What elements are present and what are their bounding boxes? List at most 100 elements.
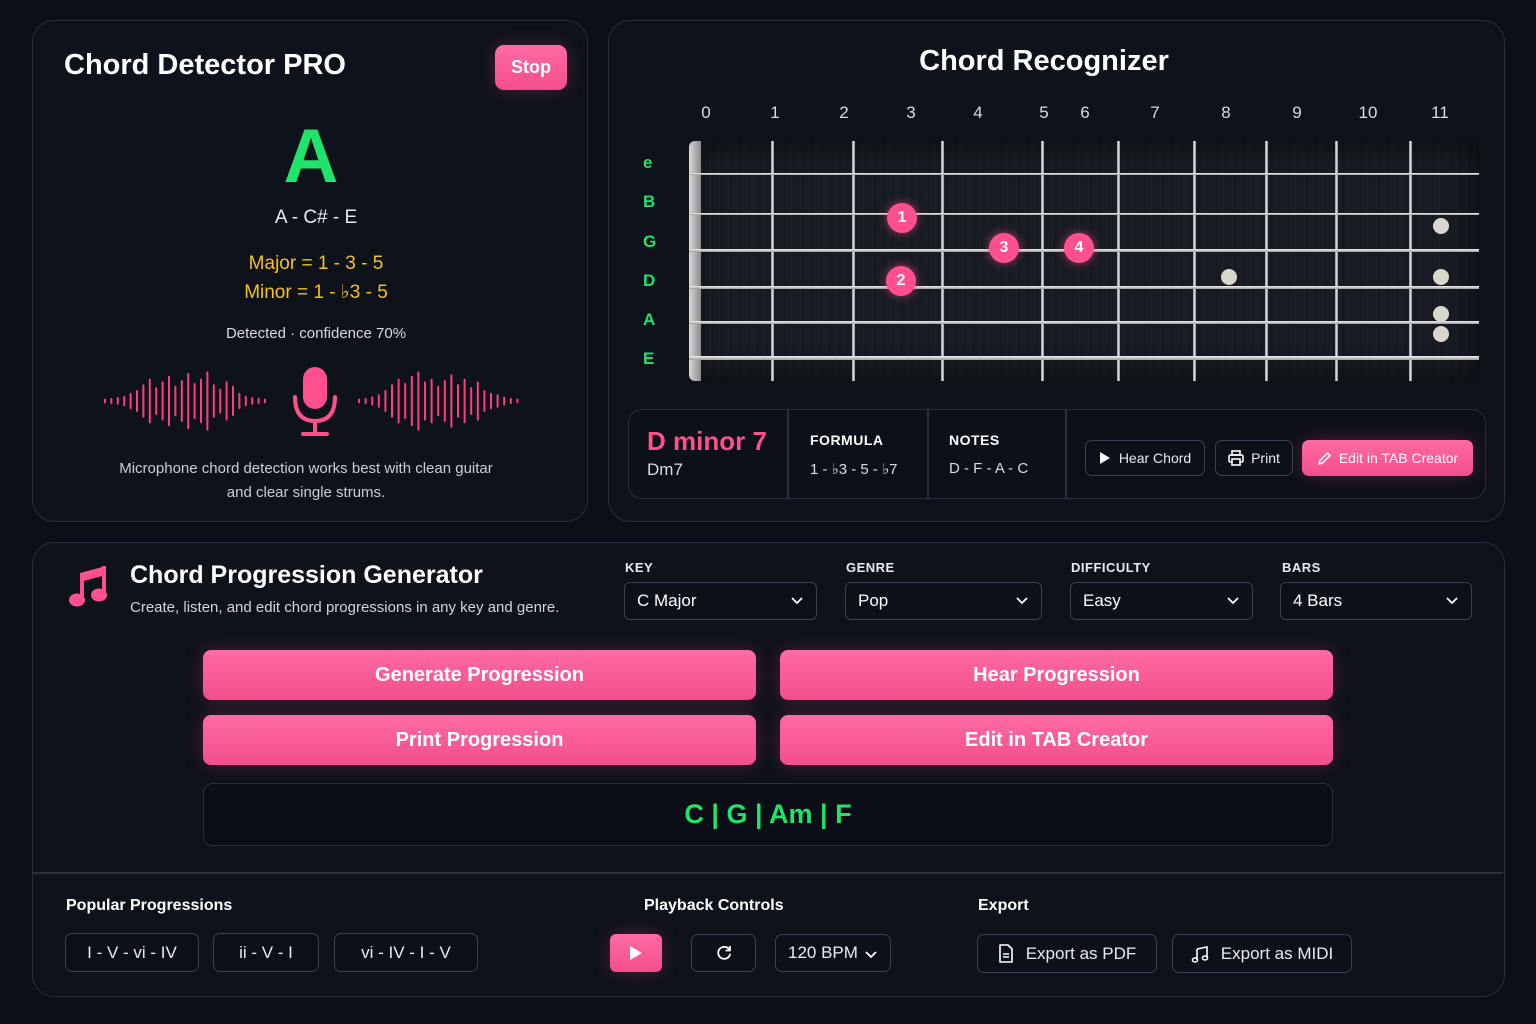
card-divider bbox=[1065, 410, 1067, 498]
guitar-string-D bbox=[689, 286, 1479, 289]
fret-number: 6 bbox=[1080, 103, 1090, 122]
chevron-down-icon bbox=[1227, 597, 1239, 605]
popular-progressions-label: Popular Progressions bbox=[66, 897, 233, 914]
generator-subtitle: Create, listen, and edit chord progressi… bbox=[130, 599, 560, 616]
fret-wire bbox=[1265, 141, 1268, 381]
fret-inlay-dot bbox=[1433, 218, 1449, 234]
fret-number: 4 bbox=[973, 103, 983, 122]
export-midi-button[interactable]: Export as MIDI bbox=[1172, 934, 1352, 973]
key-label: KEY bbox=[625, 560, 654, 575]
finger-marker-4[interactable]: 4 bbox=[1064, 233, 1094, 263]
card-divider bbox=[787, 410, 789, 498]
recognizer-title: Chord Recognizer bbox=[919, 45, 1169, 77]
fret-wire bbox=[1193, 141, 1196, 381]
chord-recognizer-panel: Chord Recognizer 0 1 2 3 4 5 6 7 8 9 10 … bbox=[608, 20, 1505, 522]
finger-marker-3[interactable]: 3 bbox=[989, 233, 1019, 263]
export-pdf-button[interactable]: Export as PDF bbox=[977, 934, 1157, 973]
guitar-string-A bbox=[689, 321, 1479, 324]
fret-number: 3 bbox=[906, 103, 916, 122]
export-midi-label: Export as MIDI bbox=[1220, 943, 1334, 963]
string-label-G: G bbox=[643, 232, 657, 251]
key-value: C Major bbox=[637, 591, 697, 610]
fret-number: 7 bbox=[1150, 103, 1160, 122]
popular-progression-chip[interactable]: ii - V - I bbox=[213, 933, 319, 972]
chord-detector-panel: Chord Detector PRO Stop A A - C# - E Maj… bbox=[32, 20, 588, 522]
detector-title: Chord Detector PRO bbox=[64, 49, 346, 81]
bpm-select[interactable]: 120 BPM bbox=[775, 934, 891, 972]
music-note-icon bbox=[69, 566, 107, 607]
difficulty-select[interactable]: Easy bbox=[1070, 582, 1253, 620]
fret-number: 11 bbox=[1431, 103, 1449, 122]
notes-label: NOTES bbox=[949, 432, 1000, 448]
generator-title: Chord Progression Generator bbox=[130, 561, 483, 589]
genre-value: Pop bbox=[858, 591, 889, 610]
fret-number: 5 bbox=[1039, 103, 1049, 122]
chevron-down-icon bbox=[865, 951, 877, 959]
stop-button[interactable]: Stop bbox=[495, 45, 567, 90]
chord-name: D minor 7 bbox=[647, 426, 767, 456]
progression-display: C | G | Am | F bbox=[203, 783, 1333, 846]
playback-controls-label: Playback Controls bbox=[644, 897, 784, 914]
key-select[interactable]: C Major bbox=[624, 582, 817, 620]
fretboard[interactable]: 1 2 3 4 bbox=[689, 141, 1479, 381]
fret-wire bbox=[852, 141, 855, 381]
loop-button[interactable] bbox=[691, 934, 756, 972]
minor-formula: Minor = 1 - ♭3 - 5 bbox=[244, 282, 388, 303]
help-line-2: and clear single strums. bbox=[226, 484, 386, 501]
chord-symbol: Dm7 bbox=[647, 460, 683, 479]
hear-chord-button[interactable]: Hear Chord bbox=[1085, 440, 1205, 476]
fret-wire bbox=[1409, 141, 1412, 381]
genre-select[interactable]: Pop bbox=[845, 582, 1042, 620]
chord-info-card: D minor 7 Dm7 FORMULA 1 - ♭3 - 5 - ♭7 NO… bbox=[628, 409, 1486, 499]
bars-select[interactable]: 4 Bars bbox=[1280, 582, 1472, 620]
fret-wire bbox=[1335, 141, 1338, 381]
edit-progression-tab-button[interactable]: Edit in TAB Creator bbox=[780, 715, 1333, 765]
export-pdf-label: Export as PDF bbox=[1025, 943, 1137, 963]
fret-wire bbox=[771, 141, 774, 381]
bars-value: 4 Bars bbox=[1293, 591, 1343, 610]
finger-marker-1[interactable]: 1 bbox=[887, 203, 917, 233]
music-note-icon bbox=[1191, 945, 1209, 963]
fret-wire bbox=[1117, 141, 1120, 381]
string-label-E: E bbox=[643, 349, 655, 368]
finger-marker-2[interactable]: 2 bbox=[886, 266, 916, 296]
detected-note: A bbox=[283, 114, 339, 199]
hear-progression-button[interactable]: Hear Progression bbox=[780, 650, 1333, 700]
refresh-icon bbox=[716, 945, 731, 960]
popular-progression-chip[interactable]: vi - IV - I - V bbox=[334, 933, 478, 972]
play-button[interactable] bbox=[610, 934, 662, 972]
difficulty-value: Easy bbox=[1083, 591, 1121, 610]
fretboard-nut bbox=[689, 141, 701, 381]
chevron-down-icon bbox=[1446, 597, 1458, 605]
confidence-text: Detected · confidence 70% bbox=[225, 325, 407, 342]
export-label: Export bbox=[978, 897, 1029, 914]
difficulty-label: DIFFICULTY bbox=[1071, 560, 1151, 575]
pencil-icon bbox=[1318, 451, 1331, 465]
hear-chord-label: Hear Chord bbox=[1118, 450, 1192, 466]
guitar-string-B bbox=[689, 213, 1479, 215]
edit-tab-creator-button[interactable]: Edit in TAB Creator bbox=[1302, 440, 1473, 476]
print-progression-button[interactable]: Print Progression bbox=[203, 715, 756, 765]
generate-progression-button[interactable]: Generate Progression bbox=[203, 650, 756, 700]
fret-number: 2 bbox=[839, 103, 849, 122]
detector-help-text: Microphone chord detection works best wi… bbox=[73, 457, 539, 505]
fret-number: 8 bbox=[1221, 103, 1231, 122]
formula-value: 1 - ♭3 - 5 - ♭7 bbox=[810, 461, 898, 478]
string-label-A: A bbox=[643, 310, 656, 329]
fret-number: 9 bbox=[1292, 103, 1302, 122]
fret-wire bbox=[1041, 141, 1044, 381]
bpm-value: 120 BPM bbox=[788, 943, 858, 962]
major-formula: Major = 1 - 3 - 5 bbox=[248, 253, 384, 274]
microphone-icon bbox=[293, 367, 337, 436]
guitar-string-e bbox=[689, 173, 1479, 175]
printer-icon bbox=[1228, 450, 1244, 466]
print-label: Print bbox=[1251, 450, 1280, 466]
fret-inlay-dot bbox=[1221, 269, 1237, 285]
popular-progression-chip[interactable]: I - V - vi - IV bbox=[65, 933, 199, 972]
document-icon bbox=[998, 944, 1013, 963]
fret-number: 0 bbox=[701, 103, 711, 122]
print-chord-button[interactable]: Print bbox=[1215, 440, 1293, 476]
section-divider bbox=[33, 872, 1503, 874]
string-label-B: B bbox=[643, 192, 656, 211]
notes-value: D - F - A - C bbox=[949, 460, 1029, 477]
